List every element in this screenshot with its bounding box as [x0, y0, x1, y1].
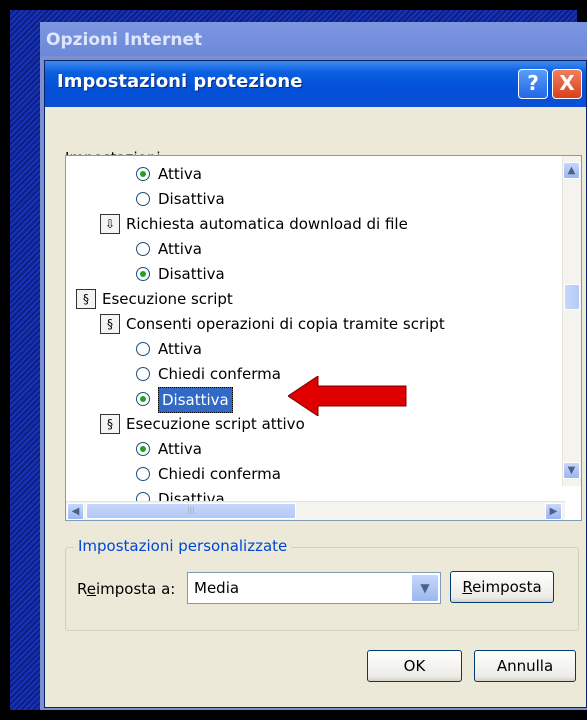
- script-icon: §: [76, 289, 96, 309]
- red-arrow-annotation: [288, 376, 407, 416]
- radio-button[interactable]: [136, 342, 150, 356]
- download-icon: ⇩: [100, 214, 120, 234]
- reset-button-accel: R: [462, 578, 473, 596]
- scroll-up-button[interactable]: ▲: [563, 162, 580, 179]
- radio-option-label[interactable]: Attiva: [158, 162, 202, 186]
- reset-button-label: eimposta: [472, 578, 542, 596]
- radio-option-label[interactable]: Attiva: [158, 237, 202, 261]
- dialog-title: Impostazioni protezione: [57, 71, 303, 92]
- horizontal-scrollbar[interactable]: ◀ ||| ▶: [66, 501, 565, 520]
- radio-option-label[interactable]: Attiva: [158, 437, 202, 461]
- reset-label-part: R: [77, 580, 87, 598]
- reset-label-part: imposta a:: [95, 580, 176, 598]
- reset-to-label: Reimposta a:: [77, 580, 175, 598]
- title-bar[interactable]: Impostazioni protezione ? X: [45, 61, 586, 107]
- scroll-right-button[interactable]: ▶: [545, 503, 562, 520]
- reset-button[interactable]: Reimposta: [450, 571, 554, 603]
- script-icon: §: [100, 414, 120, 434]
- vertical-scrollbar[interactable]: ▲ ▼: [562, 156, 581, 486]
- close-button[interactable]: X: [552, 69, 582, 99]
- radio-button[interactable]: [136, 467, 150, 481]
- tree-node-label: Consenti operazioni di copia tramite scr…: [126, 315, 445, 333]
- tree-node-label: Esecuzione script: [102, 290, 233, 308]
- radio-button[interactable]: [136, 442, 150, 456]
- cancel-button[interactable]: Annulla: [474, 650, 576, 682]
- radio-button[interactable]: [136, 367, 150, 381]
- vertical-scroll-thumb[interactable]: [564, 284, 580, 310]
- scroll-down-button[interactable]: ▼: [563, 462, 580, 479]
- radio-option-label[interactable]: Disattiva: [158, 262, 225, 286]
- scroll-left-button[interactable]: ◀: [67, 503, 84, 520]
- radio-button[interactable]: [136, 192, 150, 206]
- radio-option-label[interactable]: Chiedi conferma: [158, 362, 281, 386]
- radio-option-label[interactable]: Attiva: [158, 337, 202, 361]
- radio-option-label[interactable]: Chiedi conferma: [158, 462, 281, 486]
- horizontal-scroll-thumb[interactable]: |||: [86, 503, 296, 519]
- help-button[interactable]: ?: [518, 69, 548, 99]
- settings-tree-list[interactable]: Attiva Disattiva ⇩ Richiesta automatica dow…: [65, 155, 582, 521]
- radio-button[interactable]: [136, 267, 150, 281]
- script-icon: §: [100, 314, 120, 334]
- custom-settings-title: Impostazioni personalizzate: [74, 537, 292, 555]
- reset-level-value: Media: [194, 579, 240, 597]
- tree-node-label: Esecuzione script attivo: [126, 415, 305, 433]
- radio-button[interactable]: [136, 242, 150, 256]
- reset-level-select[interactable]: Media ▼: [187, 572, 441, 604]
- chevron-down-icon[interactable]: ▼: [411, 574, 439, 602]
- reset-label-accel: e: [86, 580, 96, 598]
- radio-option-label[interactable]: Disattiva: [158, 187, 225, 211]
- radio-button[interactable]: [136, 167, 150, 181]
- radio-option-label[interactable]: Disattiva: [158, 387, 233, 413]
- tree-node-label: Richiesta automatica download di file: [126, 215, 408, 233]
- ok-button[interactable]: OK: [367, 650, 462, 682]
- radio-button[interactable]: [136, 392, 150, 406]
